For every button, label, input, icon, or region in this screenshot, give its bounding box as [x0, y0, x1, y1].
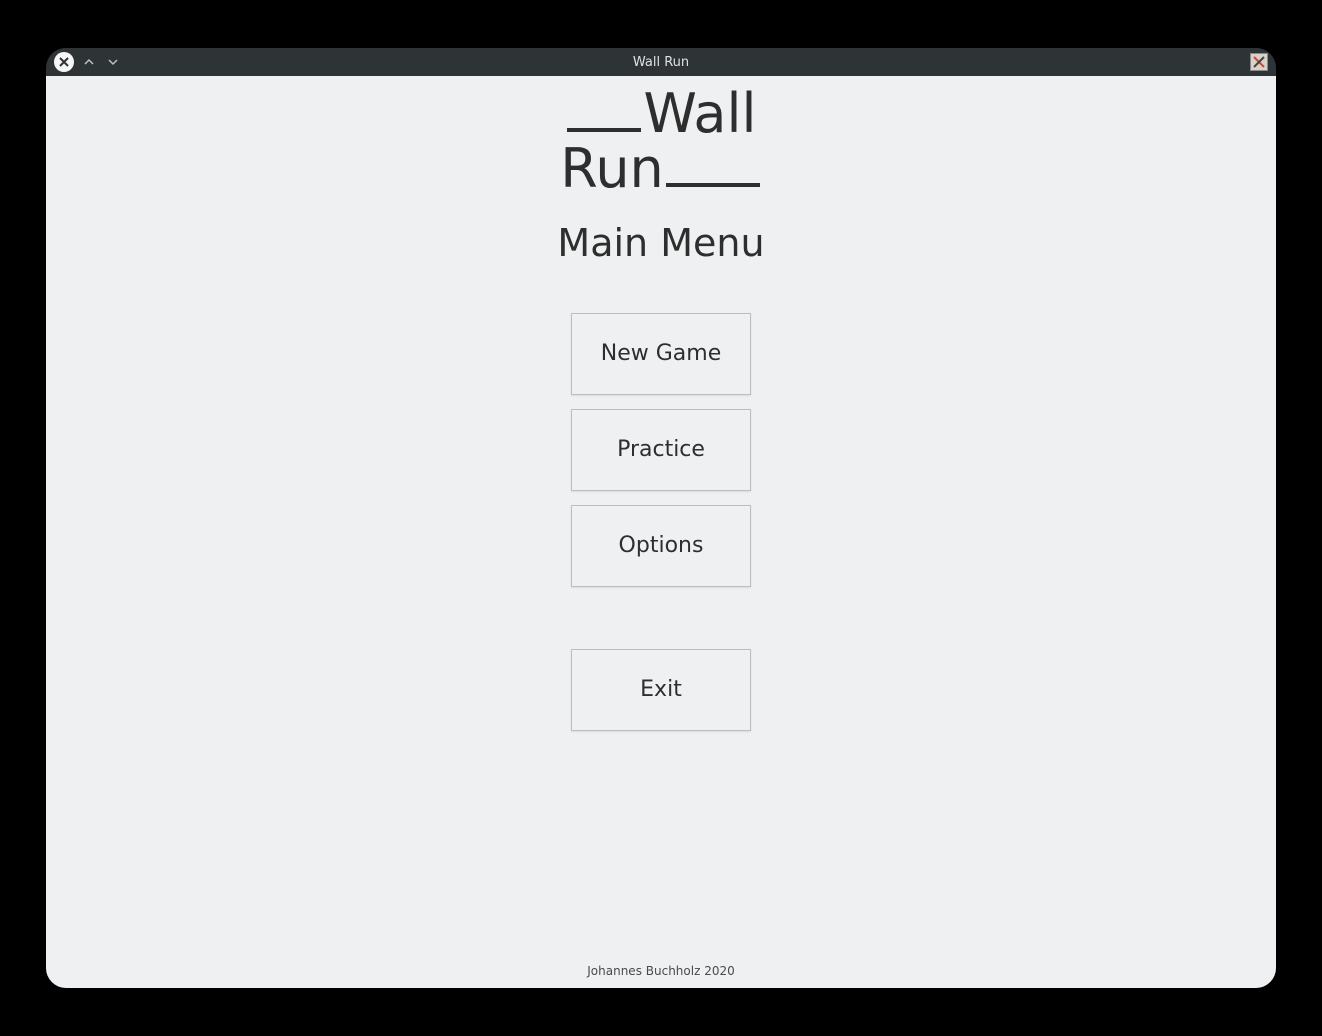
window-frame: Wall Run Wall Run Main Menu	[46, 48, 1276, 988]
practice-button[interactable]: Practice	[571, 409, 751, 491]
logo-text-1: Wall	[643, 84, 756, 143]
footer-credit: Johannes Buchholz 2020	[587, 964, 734, 978]
window-down-button[interactable]	[104, 53, 122, 71]
menu-title: Main Menu	[557, 221, 764, 265]
new-game-button[interactable]: New Game	[571, 313, 751, 395]
titlebar: Wall Run	[46, 48, 1276, 76]
logo-line-2: Run	[560, 139, 762, 198]
logo-text-2: Run	[560, 139, 664, 198]
close-window-button[interactable]	[54, 52, 74, 72]
menu-buttons: New Game Practice Options Exit	[571, 313, 751, 731]
window-up-button[interactable]	[80, 53, 98, 71]
titlebar-controls	[54, 52, 122, 72]
close-icon	[58, 56, 70, 68]
exit-button[interactable]: Exit	[571, 649, 751, 731]
x-icon	[1252, 55, 1266, 69]
chevron-up-icon	[83, 56, 95, 68]
logo-underline-right	[666, 166, 760, 188]
vnc-close-button[interactable]	[1250, 53, 1268, 71]
logo-underline-left	[567, 110, 641, 132]
titlebar-right	[1250, 53, 1268, 71]
game-logo: Wall Run	[560, 84, 762, 199]
logo-line-1: Wall	[565, 84, 756, 143]
options-button[interactable]: Options	[571, 505, 751, 587]
game-content: Wall Run Main Menu New Game Practice Opt…	[46, 76, 1276, 988]
window-title: Wall Run	[633, 55, 689, 70]
chevron-down-icon	[107, 56, 119, 68]
